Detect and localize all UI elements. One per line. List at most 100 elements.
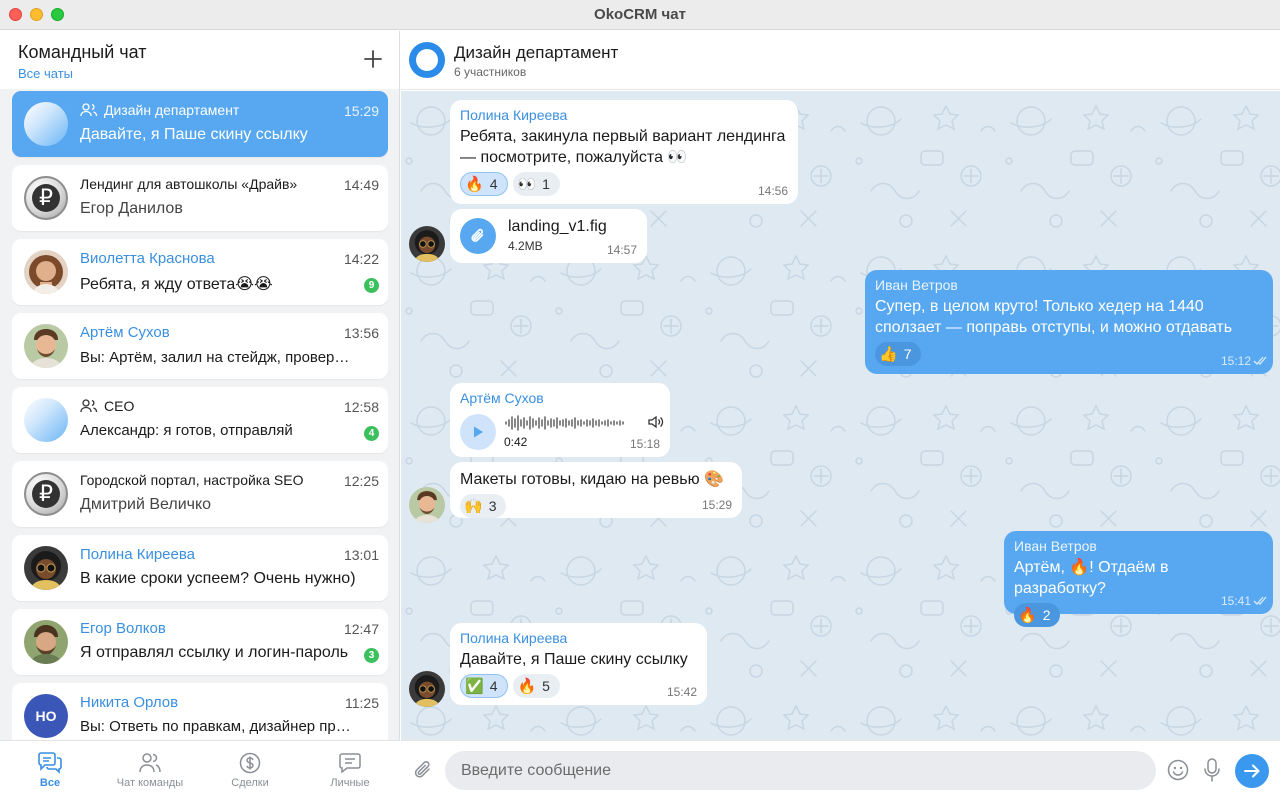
reactions: 👍 7: [875, 342, 1263, 366]
sidebar-header: Командный чат Все чаты: [0, 31, 399, 89]
all-chats-link[interactable]: Все чаты: [18, 66, 381, 81]
chat-name: CEO: [80, 398, 134, 414]
nav-team-chat[interactable]: Чат команды: [100, 741, 200, 800]
reaction-eyes[interactable]: 👀 1: [513, 172, 560, 196]
message-time: 15:41: [1220, 594, 1251, 608]
chat-item-violetta-krasnova[interactable]: Виолетта Краснова 14:22 Ребята, я жду от…: [12, 239, 388, 305]
reaction-thumbs-up[interactable]: 👍 7: [875, 342, 922, 366]
message-author[interactable]: Артём Сухов: [460, 390, 660, 406]
message-bubble[interactable]: Полина Киреева Ребята, закинула первый в…: [450, 100, 798, 204]
new-chat-button[interactable]: [361, 47, 385, 71]
chat-time: 15:29: [343, 103, 379, 119]
paperclip-icon: [414, 761, 430, 778]
sender-avatar[interactable]: [409, 487, 445, 523]
message-time: 14:57: [606, 243, 637, 257]
chat-item-city-portal-seo[interactable]: ₽ Городской портал, настройка SEO 12:25 …: [12, 461, 388, 527]
attach-button[interactable]: [412, 759, 434, 786]
fire-emoji: 🔥: [517, 678, 537, 695]
reactions: 🔥 4 👀 1: [460, 172, 788, 196]
message-author[interactable]: Иван Ветров: [1014, 538, 1263, 554]
file-message[interactable]: landing_v1.fig 4.2MB 14:57: [450, 209, 647, 263]
minimize-window-button[interactable]: [30, 8, 43, 21]
avatar: [24, 620, 68, 664]
raised-hands-emoji: 🙌: [464, 498, 483, 515]
ruble-icon: ₽: [32, 184, 60, 212]
emoji-button[interactable]: [1167, 759, 1189, 786]
avatar: НО: [24, 694, 68, 738]
reaction-fire[interactable]: 🔥 4: [460, 172, 509, 196]
reaction-check[interactable]: ✅ 4: [460, 674, 509, 698]
chat-item-egor-volkov[interactable]: Егор Волков 12:47 Я отправлял ссылку и л…: [12, 609, 388, 675]
chat-name: Полина Киреева: [80, 546, 196, 563]
message-input[interactable]: [445, 751, 1156, 790]
message-time: 15:12: [1220, 354, 1251, 368]
sender-avatar[interactable]: [409, 226, 445, 262]
maximize-window-button[interactable]: [51, 8, 64, 21]
nav-deals[interactable]: Сделки: [200, 741, 300, 800]
chat-time: 12:25: [343, 473, 379, 489]
reaction-count: 3: [488, 498, 497, 514]
nav-personal[interactable]: Личные: [300, 741, 400, 800]
chat-name-text: CEO: [104, 398, 135, 414]
reaction-count: 2: [1042, 607, 1051, 623]
play-button[interactable]: [460, 414, 496, 450]
chat-title[interactable]: Дизайн департамент: [454, 43, 618, 63]
chat-name-text: Дизайн департамент: [104, 102, 240, 118]
nav-label: Личные: [330, 777, 370, 789]
send-button[interactable]: [1235, 754, 1269, 788]
file-name[interactable]: landing_v1.fig: [508, 218, 607, 236]
message-bubble[interactable]: Полина Киреева Давайте, я Паше скину ссы…: [450, 623, 707, 705]
message-time: 15:29: [701, 498, 732, 512]
sender-avatar[interactable]: [409, 671, 445, 707]
own-message-bubble[interactable]: Иван Ветров Артём, 🔥! Отдаём в разработк…: [1004, 531, 1273, 627]
reactions: 🙌 3: [460, 494, 732, 518]
unread-badge: 9: [364, 278, 379, 293]
voice-waveform[interactable]: [504, 414, 634, 432]
chat-item-artem-sukhov[interactable]: Артём Сухов 13:56 Вы: Артём, залил на ст…: [12, 313, 388, 379]
message-author[interactable]: Полина Киреева: [460, 630, 697, 646]
chat-list: Дизайн департамент 15:29 Давайте, я Паше…: [12, 91, 388, 740]
window-title: OkoCRM чат: [594, 6, 686, 23]
chat-preview: Я отправлял ссылку и логин-пароль: [80, 644, 349, 661]
chat-preview: Дмитрий Величко: [80, 496, 212, 513]
nav-all[interactable]: Все: [0, 741, 100, 800]
avatar: ₽: [24, 472, 68, 516]
microphone-icon: [1204, 758, 1220, 782]
chat-item-landing-driving-school[interactable]: ₽ Лендинг для автошколы «Драйв» 14:49 Ег…: [12, 165, 388, 231]
voice-message[interactable]: Артём Сухов 0:42 15:18: [450, 383, 670, 457]
message-text: Артём, 🔥! Отдаём в разработку?: [1014, 559, 1169, 597]
group-icon: [80, 399, 98, 413]
voice-duration: 0:42: [504, 435, 528, 449]
own-message-bubble[interactable]: Иван Ветров Супер, в целом круто! Только…: [865, 270, 1273, 374]
chat-time: 14:49: [343, 177, 379, 193]
chat-item-design-department[interactable]: Дизайн департамент 15:29 Давайте, я Паше…: [12, 91, 388, 157]
reaction-fire[interactable]: 🔥 2: [1014, 603, 1061, 627]
paperclip-icon: [471, 228, 484, 242]
thumbs-up-emoji: 👍: [879, 346, 898, 363]
chat-name: Виолетта Краснова: [80, 250, 215, 267]
reaction-raised-hands[interactable]: 🙌 3: [460, 494, 507, 518]
chat-name: Дизайн департамент: [80, 102, 239, 118]
message-author[interactable]: Иван Ветров: [875, 277, 1263, 293]
chat-item-ceo[interactable]: CEO 12:58 Александр: я готов, отправляй …: [12, 387, 388, 453]
attachment-button[interactable]: [460, 218, 496, 254]
avatar: [24, 546, 68, 590]
avatar: [24, 250, 68, 294]
chat-time: 12:47: [343, 621, 379, 637]
chat-time: 12:58: [343, 399, 379, 415]
messages-area[interactable]: Полина Киреева Ребята, закинула первый в…: [401, 91, 1280, 740]
voice-record-button[interactable]: [1203, 758, 1221, 787]
chat-time: 13:01: [343, 547, 379, 563]
chat-item-polina-kireeva[interactable]: Полина Киреева 13:01 В какие сроки успее…: [12, 535, 388, 601]
chat-item-nikita-orlov[interactable]: НО Никита Орлов 11:25 Вы: Ответь по прав…: [12, 683, 388, 740]
chat-avatar[interactable]: [409, 42, 445, 78]
speaker-icon[interactable]: [648, 415, 664, 429]
reaction-fire[interactable]: 🔥 5: [513, 674, 560, 698]
message-text: Супер, в целом круто! Только хедер на 14…: [875, 298, 1233, 336]
message-bubble[interactable]: Макеты готовы, кидаю на ревью 🎨 🙌 3 15:29: [450, 462, 742, 518]
double-check-icon: [1253, 596, 1267, 605]
check-emoji: ✅: [465, 678, 484, 695]
message-text: Ребята, закинула первый вариант лендинга…: [460, 128, 786, 166]
close-window-button[interactable]: [9, 8, 22, 21]
message-author[interactable]: Полина Киреева: [460, 107, 788, 123]
